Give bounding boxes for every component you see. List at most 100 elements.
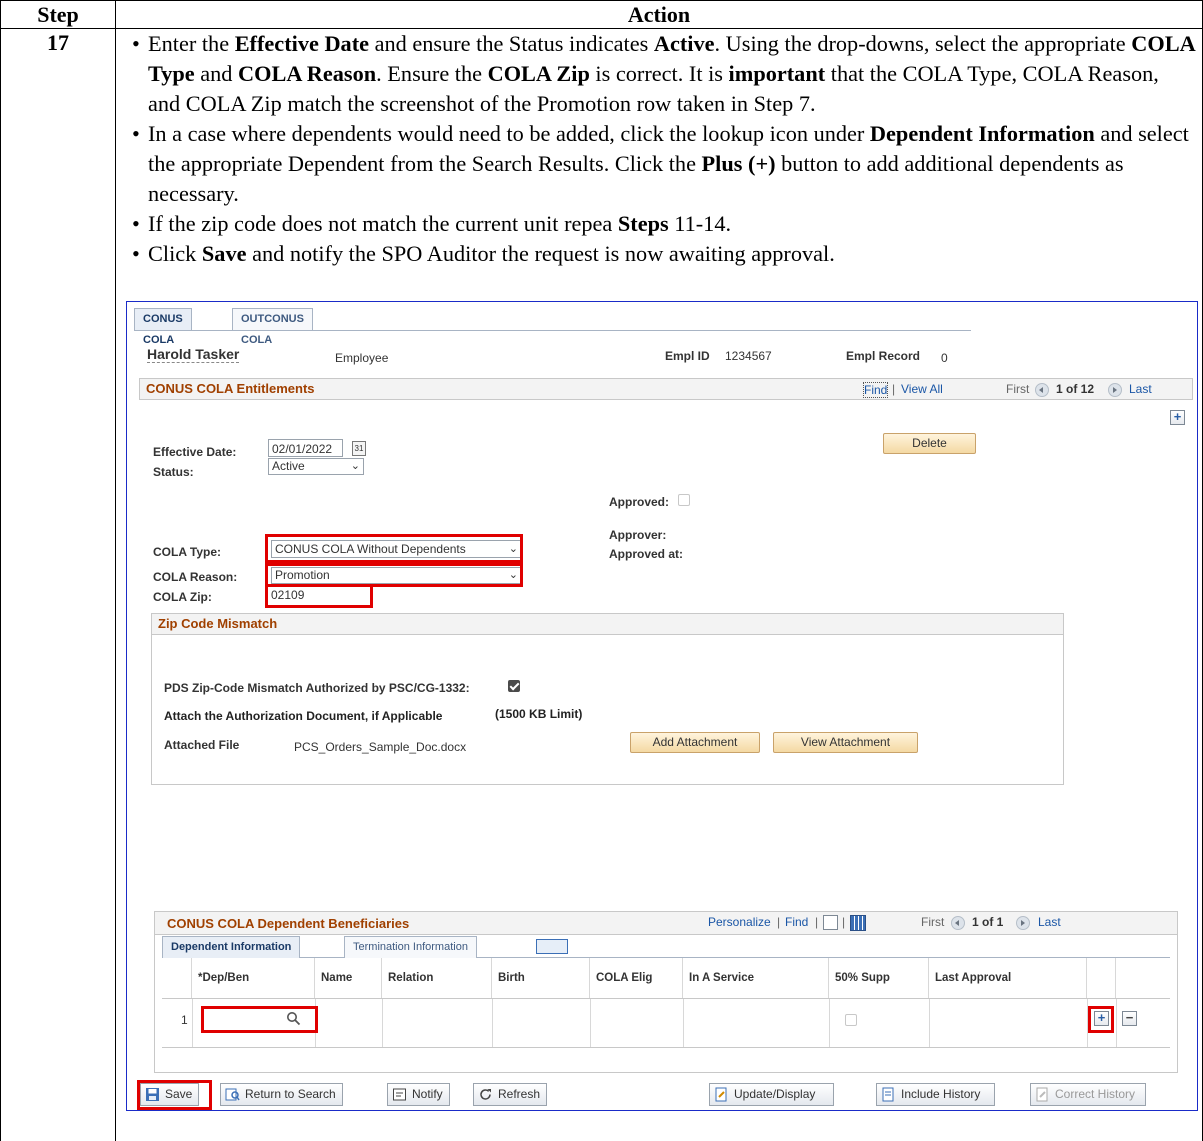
dep-next-row-icon[interactable] xyxy=(1016,915,1030,930)
find-link[interactable]: Find xyxy=(863,382,889,398)
return-icon xyxy=(225,1088,240,1101)
column-header: Birth xyxy=(492,958,590,998)
view-attachment-button[interactable]: View Attachment xyxy=(773,732,918,753)
save-highlight xyxy=(137,1080,212,1110)
cola-reason-label: COLA Reason: xyxy=(153,570,238,584)
zip-mismatch-header: Zip Code Mismatch xyxy=(152,614,1063,635)
correct-history-icon xyxy=(1036,1087,1048,1102)
view-all-link[interactable]: View All xyxy=(901,382,943,396)
column-header: 50% Supp xyxy=(829,958,929,998)
approver-label: Approver: xyxy=(609,528,667,542)
row-count: 1 of 12 xyxy=(1056,382,1095,396)
notify-button[interactable]: Notify xyxy=(387,1083,450,1106)
tab-conus-cola[interactable]: CONUS COLA xyxy=(134,308,192,346)
notify-label: Notify xyxy=(412,1087,443,1101)
notify-icon xyxy=(393,1088,406,1101)
nav-separator: | xyxy=(892,382,896,396)
cola-screenshot: CONUS COLA OUTCONUS COLA Harold Tasker E… xyxy=(126,301,1198,1111)
zip-mismatch-box: Zip Code Mismatch PDS Zip-Code Mismatch … xyxy=(151,613,1064,785)
header-step: Step xyxy=(1,1,116,28)
dependent-grid: CONUS COLA Dependent Beneficiaries Perso… xyxy=(154,911,1178,1073)
column-header: Last Approval xyxy=(929,958,1087,998)
column-header xyxy=(162,958,192,998)
return-to-search-button[interactable]: Return to Search xyxy=(220,1083,343,1106)
refresh-button[interactable]: Refresh xyxy=(473,1083,548,1106)
entitlements-title: CONUS COLA Entitlements xyxy=(146,381,315,396)
employee-name: Harold Tasker xyxy=(147,346,240,363)
approved-at-label: Approved at: xyxy=(609,547,684,561)
nav-separator: | xyxy=(842,915,846,929)
delete-button[interactable]: Delete xyxy=(883,433,976,454)
step-number: 17 xyxy=(47,30,69,55)
dep-ben-highlight xyxy=(201,1006,318,1033)
dep-find-link[interactable]: Find xyxy=(785,915,808,929)
return-label: Return to Search xyxy=(245,1087,336,1101)
effective-date-input[interactable]: 02/01/2022 xyxy=(268,439,343,457)
instruction-bullet-2: In a case where dependents would need to… xyxy=(128,119,1196,209)
empl-record-value: 0 xyxy=(941,351,948,365)
first-label: First xyxy=(1006,382,1030,396)
next-row-icon[interactable] xyxy=(1108,382,1122,397)
attach-document-label: Attach the Authorization Document, if Ap… xyxy=(164,709,443,723)
dep-last-label[interactable]: Last xyxy=(1038,915,1061,929)
instruction-list: Enter the Effective Date and ensure the … xyxy=(128,29,1196,269)
fifty-percent-supp-checkbox[interactable] xyxy=(845,1014,857,1026)
remove-dependent-icon[interactable]: − xyxy=(1122,1011,1137,1026)
show-all-columns-icon[interactable] xyxy=(536,939,568,954)
status-value: Active xyxy=(272,459,305,473)
tab-outconus-cola[interactable]: OUTCONUS COLA xyxy=(232,308,313,346)
dependent-grid-header: CONUS COLA Dependent Beneficiaries Perso… xyxy=(155,912,1177,935)
status-select[interactable]: Active ⌄ xyxy=(268,458,364,475)
column-divider xyxy=(115,27,116,1141)
pds-mismatch-checkbox[interactable] xyxy=(508,680,520,692)
column-header: Name xyxy=(315,958,382,998)
table-header-row: Step Action xyxy=(1,0,1202,29)
last-label[interactable]: Last xyxy=(1129,382,1152,396)
tab-termination-information[interactable]: Termination Information xyxy=(344,936,477,958)
include-history-icon xyxy=(882,1087,894,1102)
update-display-button[interactable]: Update/Display xyxy=(709,1083,835,1106)
correct-history-button[interactable]: Correct History xyxy=(1030,1083,1147,1106)
update-display-icon xyxy=(715,1087,727,1102)
prev-row-icon[interactable] xyxy=(1035,382,1049,397)
add-row-icon[interactable]: + xyxy=(1170,410,1185,425)
empl-id-value: 1234567 xyxy=(725,349,772,363)
include-history-button[interactable]: Include History xyxy=(876,1083,996,1106)
empl-record-label: Empl Record xyxy=(846,349,921,363)
dependent-tabs: Dependent Information Termination Inform… xyxy=(162,935,1170,959)
attach-limit-label: (1500 KB Limit) xyxy=(495,707,583,721)
row-number: 1 xyxy=(181,1013,188,1027)
tab-divider xyxy=(134,330,971,331)
update-display-label: Update/Display xyxy=(734,1087,816,1101)
dependent-grid-title: CONUS COLA Dependent Beneficiaries xyxy=(167,916,410,931)
approved-checkbox[interactable] xyxy=(678,494,690,506)
column-header: In A Service xyxy=(683,958,829,998)
employee-label: Employee xyxy=(335,351,389,365)
tab-dependent-information[interactable]: Dependent Information xyxy=(162,936,301,959)
column-header: Relation xyxy=(382,958,492,998)
calendar-icon[interactable]: 31 xyxy=(352,441,366,456)
add-attachment-button[interactable]: Add Attachment xyxy=(630,732,760,753)
column-header xyxy=(1087,958,1116,998)
chevron-down-icon: ⌄ xyxy=(350,460,360,472)
pds-mismatch-label: PDS Zip-Code Mismatch Authorized by PSC/… xyxy=(164,681,470,695)
refresh-label: Refresh xyxy=(498,1087,541,1101)
zoom-grid-icon[interactable] xyxy=(823,915,838,930)
nav-separator: | xyxy=(815,915,819,929)
personalize-link[interactable]: Personalize xyxy=(708,915,771,929)
column-header: *Dep/Ben xyxy=(192,958,315,998)
attached-file-name: PCS_Orders_Sample_Doc.docx xyxy=(294,740,467,754)
add-dependent-highlight xyxy=(1088,1006,1114,1033)
correct-history-label: Correct History xyxy=(1055,1087,1136,1101)
entitlements-header: CONUS COLA Entitlements Find | View All … xyxy=(139,378,1193,400)
dep-prev-row-icon[interactable] xyxy=(951,915,965,930)
grid-header-row: *Dep/Ben Name Relation Birth COLA Elig I… xyxy=(162,958,1170,999)
column-header: COLA Elig xyxy=(590,958,683,998)
download-grid-icon[interactable] xyxy=(850,915,866,931)
status-label: Status: xyxy=(153,465,194,479)
refresh-icon xyxy=(480,1089,491,1100)
instruction-bullet-1: Enter the Effective Date and ensure the … xyxy=(128,29,1196,119)
instruction-bullet-4: Click Save and notify the SPO Auditor th… xyxy=(128,239,1196,269)
attached-file-label: Attached File xyxy=(164,738,240,752)
cola-type-highlight xyxy=(265,534,523,563)
